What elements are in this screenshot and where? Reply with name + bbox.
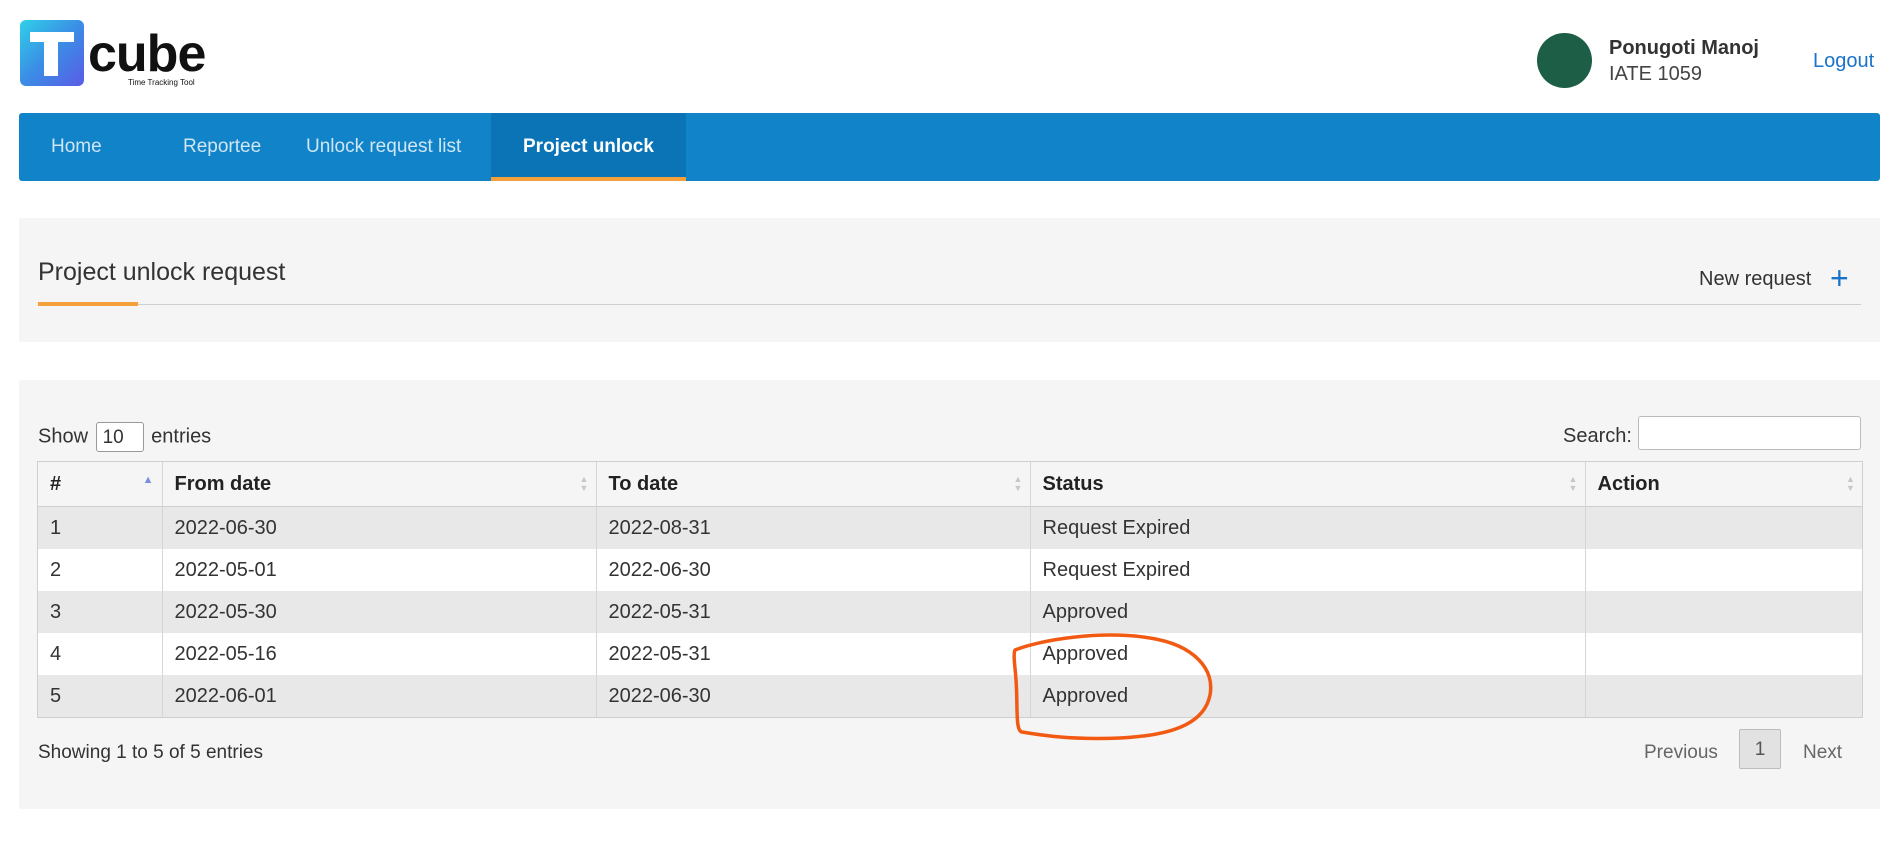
entries-label: entries	[151, 425, 212, 448]
cell-status: Request Expired	[1030, 549, 1586, 591]
page-length-select[interactable]: 10	[95, 422, 144, 452]
avatar[interactable]	[1537, 33, 1592, 88]
cell-to-date: 2022-06-30	[596, 675, 1031, 717]
table-row: 3 2022-05-30 2022-05-31 Approved	[38, 591, 1862, 633]
search-input[interactable]	[1638, 416, 1861, 450]
next-page-button[interactable]: Next	[1803, 742, 1842, 764]
page-length-control: Show 10 entries	[38, 422, 211, 452]
title-underline-accent	[38, 302, 138, 306]
cell-to-date: 2022-08-31	[596, 506, 1031, 549]
cell-from-date: 2022-05-30	[162, 591, 597, 633]
logo-t-mark	[20, 20, 84, 86]
show-label: Show	[38, 425, 89, 448]
cell-number: 5	[38, 675, 163, 717]
sort-icon: ▲ ▼	[579, 474, 589, 493]
cell-from-date: 2022-05-16	[162, 633, 597, 675]
cell-to-date: 2022-05-31	[596, 633, 1031, 675]
table-row: 2 2022-05-01 2022-06-30 Request Expired	[38, 549, 1862, 591]
cell-number: 3	[38, 591, 163, 633]
column-header-number[interactable]: # ▲	[38, 462, 163, 507]
column-header-from-date[interactable]: From date ▲ ▼	[162, 462, 597, 507]
title-divider	[38, 304, 1861, 305]
nav-item-home[interactable]: Home	[19, 113, 134, 181]
main-nav: Home Reportee Unlock request list Projec…	[19, 113, 1880, 181]
sort-icon: ▲ ▼	[1013, 474, 1023, 493]
nav-item-unlock-request-list[interactable]: Unlock request list	[274, 113, 493, 181]
table-row: 1 2022-06-30 2022-08-31 Request Expired	[38, 506, 1862, 549]
column-header-action[interactable]: Action ▲ ▼	[1585, 462, 1862, 507]
cell-number: 4	[38, 633, 163, 675]
cell-action	[1585, 633, 1862, 675]
cell-action	[1585, 506, 1862, 549]
table-info: Showing 1 to 5 of 5 entries	[38, 742, 263, 763]
search-label: Search:	[1563, 425, 1632, 447]
title-panel: Project unlock request New request +	[19, 218, 1880, 342]
cell-from-date: 2022-06-30	[162, 506, 597, 549]
column-header-status[interactable]: Status ▲ ▼	[1030, 462, 1586, 507]
cell-status: Approved	[1030, 633, 1586, 675]
table-panel: Show 10 entries Search: # ▲ From date ▲ ▼ T…	[19, 380, 1880, 809]
page-number-button[interactable]: 1	[1739, 729, 1781, 769]
cell-to-date: 2022-06-30	[596, 549, 1031, 591]
cell-action	[1585, 549, 1862, 591]
plus-icon[interactable]: +	[1830, 262, 1849, 294]
sort-icon: ▲ ▼	[1568, 474, 1578, 493]
cell-from-date: 2022-06-01	[162, 675, 597, 717]
logo-word: cube	[88, 25, 206, 83]
unlock-request-table: # ▲ From date ▲ ▼ To date ▲ ▼ Status ▲ ▼ Action…	[37, 461, 1863, 718]
new-request-button[interactable]: New request	[1699, 268, 1811, 291]
cell-status: Approved	[1030, 675, 1586, 717]
column-header-to-date[interactable]: To date ▲ ▼	[596, 462, 1031, 507]
cell-action	[1585, 675, 1862, 717]
table-row: 5 2022-06-01 2022-06-30 Approved	[38, 675, 1862, 717]
logout-link[interactable]: Logout	[1813, 50, 1874, 73]
page-title: Project unlock request	[38, 258, 286, 286]
logo-tagline: Time Tracking Tool	[128, 78, 195, 87]
cell-to-date: 2022-05-31	[596, 591, 1031, 633]
cell-number: 2	[38, 549, 163, 591]
cell-status: Approved	[1030, 591, 1586, 633]
sort-ascending-icon: ▲	[142, 474, 154, 486]
sort-icon: ▲ ▼	[1846, 474, 1855, 493]
cell-from-date: 2022-05-01	[162, 549, 597, 591]
user-id: IATE 1059	[1609, 63, 1703, 85]
user-name: Ponugoti Manoj	[1609, 37, 1759, 59]
nav-item-project-unlock[interactable]: Project unlock	[491, 113, 686, 181]
table-row: 4 2022-05-16 2022-05-31 Approved	[38, 633, 1862, 675]
cell-action	[1585, 591, 1862, 633]
tcube-logo[interactable]: cube Time Tracking Tool	[20, 20, 210, 88]
cell-status: Request Expired	[1030, 506, 1586, 549]
cell-number: 1	[38, 506, 163, 549]
previous-page-button[interactable]: Previous	[1644, 742, 1718, 764]
nav-item-reportee[interactable]: Reportee	[151, 113, 293, 181]
